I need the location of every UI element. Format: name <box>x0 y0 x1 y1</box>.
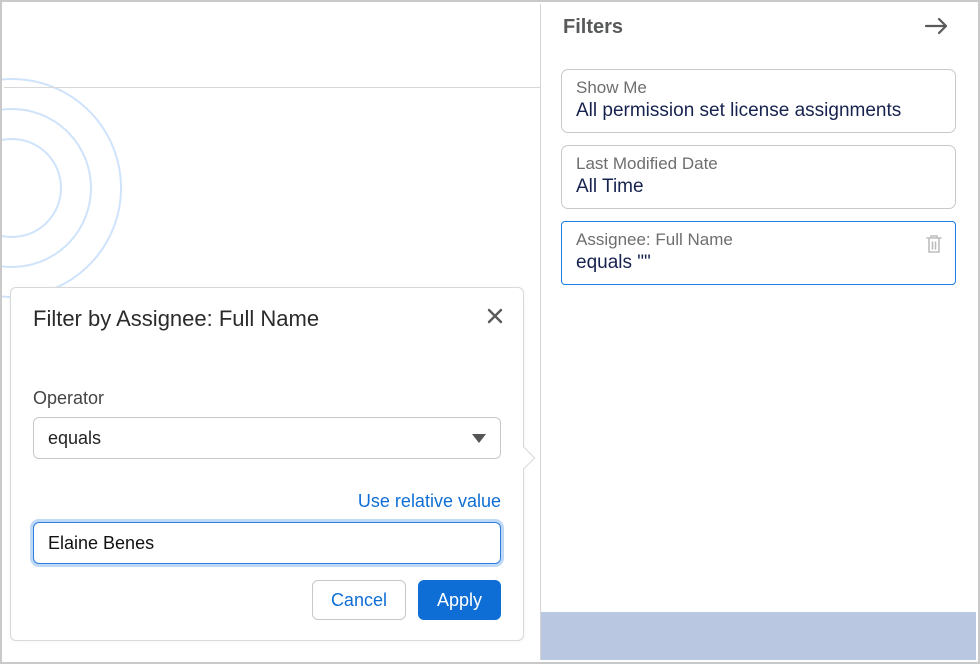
operator-field: Operator equals <box>33 388 501 459</box>
filter-card-assignee[interactable]: Assignee: Full Name equals "" <box>561 221 956 285</box>
popover-title: Filter by Assignee: Full Name <box>33 306 501 332</box>
divider-horizontal <box>4 87 540 88</box>
filter-card-show-me[interactable]: Show Me All permission set license assig… <box>561 69 956 133</box>
filter-card-last-modified[interactable]: Last Modified Date All Time <box>561 145 956 209</box>
collapse-panel-button[interactable] <box>920 12 954 43</box>
popover-actions: Cancel Apply <box>33 580 501 620</box>
operator-label: Operator <box>33 388 501 409</box>
app-frame: Filters Show Me All permission set licen… <box>0 0 980 664</box>
filter-card-label: Show Me <box>576 78 941 98</box>
filters-title: Filters <box>563 16 623 39</box>
popover-pointer <box>513 447 536 470</box>
cancel-button[interactable]: Cancel <box>312 580 406 620</box>
filter-card-label: Assignee: Full Name <box>576 230 941 250</box>
filter-card-value: equals "" <box>576 252 941 274</box>
operator-select[interactable]: equals <box>33 417 501 459</box>
operator-select-value: equals <box>48 428 101 449</box>
delete-filter-button[interactable] <box>923 232 945 259</box>
filter-value-input[interactable] <box>33 522 501 564</box>
trash-icon <box>925 234 943 254</box>
background-arcs <box>0 68 132 308</box>
filter-card-label: Last Modified Date <box>576 154 941 174</box>
use-relative-value-link[interactable]: Use relative value <box>33 491 501 512</box>
close-icon <box>485 306 505 326</box>
arrow-right-icon <box>924 16 950 36</box>
filters-panel: Filters Show Me All permission set licen… <box>541 4 976 660</box>
filter-card-value: All permission set license assignments <box>576 100 941 122</box>
filters-list: Show Me All permission set license assig… <box>541 69 976 285</box>
apply-button[interactable]: Apply <box>418 580 501 620</box>
filter-editor-popover: Filter by Assignee: Full Name Operator e… <box>10 287 524 641</box>
filter-card-value: All Time <box>576 176 941 198</box>
close-popover-button[interactable] <box>481 302 509 333</box>
filters-header: Filters <box>541 4 976 49</box>
filters-footer-bar <box>541 612 976 660</box>
chevron-down-icon <box>472 434 486 443</box>
